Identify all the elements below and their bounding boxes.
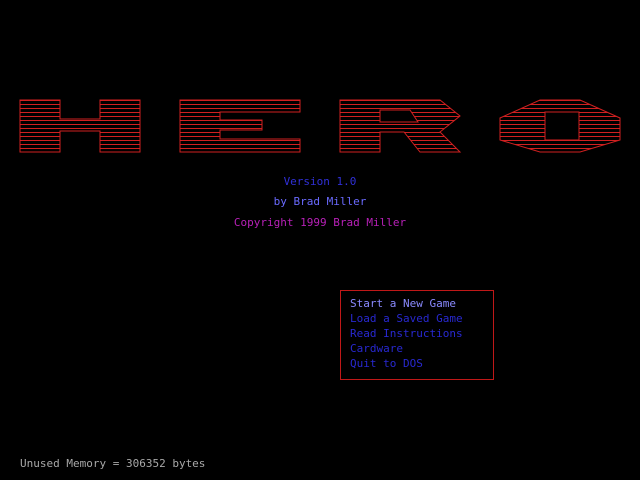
title-screen: Version 1.0 by Brad Miller Copyright 199…: [0, 0, 640, 480]
copyright-text: Copyright 1999 Brad Miller: [233, 216, 407, 229]
menu-item-quit-to-dos[interactable]: Quit to DOS: [350, 357, 423, 371]
memory-status-text: Unused Memory = 306352 bytes: [20, 457, 206, 470]
hero-logo: [19, 99, 621, 153]
menu-item-load-saved-game[interactable]: Load a Saved Game: [350, 312, 463, 326]
menu-item-start-new-game[interactable]: Start a New Game: [350, 297, 456, 311]
menu-item-read-instructions[interactable]: Read Instructions: [350, 327, 463, 341]
version-text: Version 1.0: [283, 175, 357, 188]
main-menu: Start a New Game Load a Saved Game Read …: [340, 290, 494, 380]
author-text: by Brad Miller: [273, 195, 367, 208]
menu-item-cardware[interactable]: Cardware: [350, 342, 403, 356]
